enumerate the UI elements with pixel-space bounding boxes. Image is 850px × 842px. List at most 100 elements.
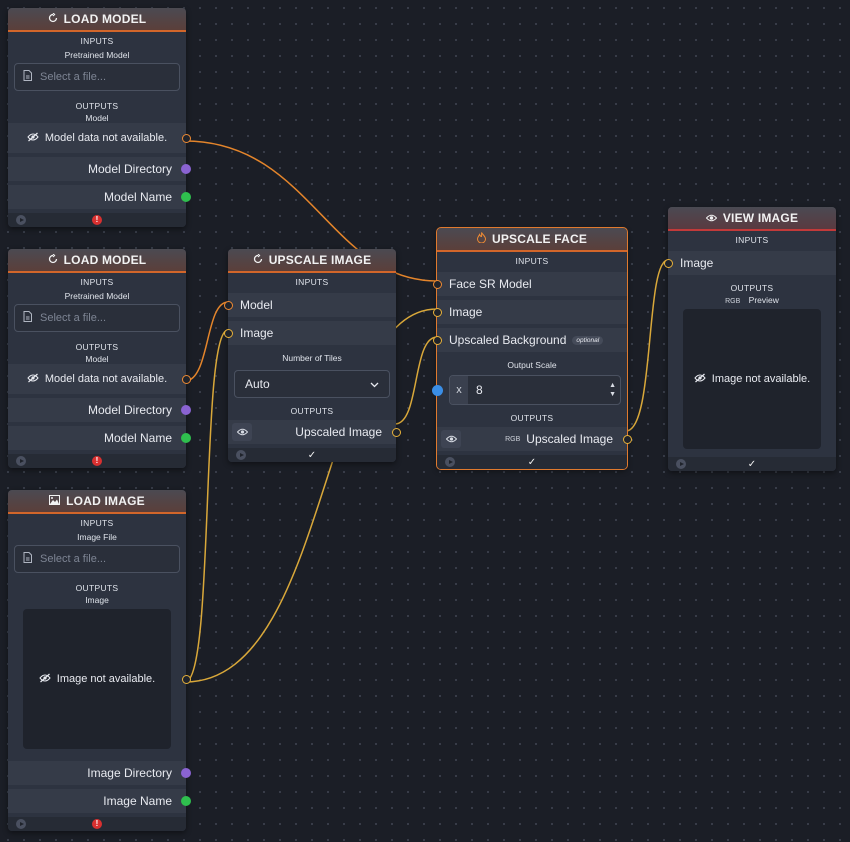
eye-icon[interactable]	[441, 430, 461, 448]
image-input-row: Image	[223, 321, 396, 345]
model-name-row: Model Name	[8, 426, 191, 450]
play-icon[interactable]	[236, 450, 246, 460]
wire-model2-to-upscale-model[interactable]	[184, 301, 229, 382]
file-placeholder: Select a file...	[40, 553, 107, 565]
inputs-label: INPUTS	[80, 518, 114, 528]
preview-label: Preview	[748, 295, 779, 305]
check-icon: ✓	[527, 456, 537, 468]
play-icon[interactable]	[16, 215, 26, 225]
image-input-port[interactable]	[663, 258, 673, 268]
face-output-port[interactable]	[622, 434, 632, 444]
model-directory-row: Model Directory	[8, 157, 191, 181]
face-output-row: RGB Upscaled Image	[437, 427, 632, 451]
inputs-label: INPUTS	[80, 36, 114, 46]
error-icon[interactable]: !	[92, 819, 102, 829]
upscale-image-node[interactable]: UPSCALE IMAGE INPUTS Model Image Number …	[223, 249, 401, 462]
scale-value: 8	[476, 383, 483, 397]
input-model-label: Model	[240, 298, 273, 312]
tiles-label: Number of Tiles	[282, 353, 342, 363]
background-input-port[interactable]	[432, 335, 442, 345]
image-icon	[49, 494, 61, 508]
preview-type-badge: RGB	[725, 298, 741, 305]
play-icon[interactable]	[16, 456, 26, 466]
node-footer: ✓	[437, 455, 627, 469]
tiles-select[interactable]: Auto	[234, 370, 390, 398]
node-header[interactable]: UPSCALE FACE	[437, 228, 627, 252]
node-footer: ✓	[228, 448, 396, 462]
model-status: Model data not available.	[44, 132, 168, 144]
node-title: LOAD MODEL	[63, 12, 147, 26]
directory-output-port[interactable]	[181, 164, 191, 174]
chevron-down-icon	[370, 377, 379, 391]
scale-input-port[interactable]	[431, 384, 443, 396]
upscaled-output-port[interactable]	[391, 427, 401, 437]
file-select-input[interactable]: Select a file...	[14, 545, 180, 573]
play-icon[interactable]	[445, 457, 455, 467]
node-header[interactable]: LOAD MODEL	[8, 249, 186, 273]
wire-upscaled-to-face-background[interactable]	[394, 336, 438, 425]
node-header[interactable]: UPSCALE IMAGE	[228, 249, 396, 273]
directory-output-port[interactable]	[181, 768, 191, 778]
error-icon[interactable]: !	[92, 456, 102, 466]
node-footer: !	[8, 817, 186, 831]
output-label: Model	[85, 113, 109, 123]
image-output-port[interactable]	[181, 674, 191, 684]
model-output-row: Model data not available.	[8, 123, 191, 153]
outputs-label: OUTPUTS	[75, 101, 119, 111]
eye-off-icon	[694, 373, 706, 386]
directory-label: Model Directory	[87, 162, 172, 176]
node-header[interactable]: LOAD IMAGE	[8, 490, 186, 514]
background-input-row: Upscaled Background optional	[432, 328, 627, 352]
directory-label: Image Directory	[87, 766, 172, 780]
load-model-node-1[interactable]: LOAD MODEL INPUTS Pretrained Model Selec…	[8, 8, 191, 227]
file-select-input[interactable]: Select a file...	[14, 304, 180, 332]
node-footer: !	[8, 454, 186, 468]
input-face-model-label: Face SR Model	[449, 277, 532, 291]
model-input-port[interactable]	[223, 300, 233, 310]
name-output-port[interactable]	[181, 192, 191, 202]
scale-number-input[interactable]: x 8 ▲ ▼	[449, 375, 621, 405]
name-output-port[interactable]	[181, 433, 191, 443]
model-name-row: Model Name	[8, 185, 191, 209]
check-icon: ✓	[747, 458, 757, 470]
load-model-node-2[interactable]: LOAD MODEL INPUTS Pretrained Model Selec…	[8, 249, 191, 468]
input-background-label: Upscaled Background	[449, 333, 567, 347]
node-header[interactable]: LOAD MODEL	[8, 8, 186, 32]
input-image-label: Image	[680, 256, 714, 270]
model-output-row: Model data not available.	[8, 364, 191, 394]
wire-image-to-upscale-image[interactable]	[184, 329, 229, 683]
tiles-value: Auto	[245, 377, 270, 391]
eye-icon[interactable]	[232, 423, 252, 441]
model-output-port[interactable]	[181, 374, 191, 384]
input-image-label: Image	[240, 326, 274, 340]
image-input-port[interactable]	[223, 328, 233, 338]
file-placeholder: Select a file...	[40, 312, 107, 324]
outputs-label: OUTPUTS	[290, 406, 334, 416]
name-output-port[interactable]	[181, 796, 191, 806]
wire-face-to-view-image[interactable]	[625, 259, 669, 432]
image-input-port[interactable]	[432, 307, 442, 317]
image-input-row: Image	[663, 251, 836, 275]
upscale-face-node[interactable]: UPSCALE FACE INPUTS Face SR Model Image …	[431, 227, 632, 470]
model-status: Model data not available.	[44, 373, 168, 385]
eye-off-icon	[27, 131, 39, 145]
face-model-input-port[interactable]	[432, 279, 442, 289]
play-icon[interactable]	[676, 459, 686, 469]
file-icon	[23, 311, 32, 325]
scale-label: Output Scale	[507, 360, 557, 370]
spinner-icon[interactable]: ▲ ▼	[609, 381, 616, 399]
directory-output-port[interactable]	[181, 405, 191, 415]
refresh-icon	[48, 253, 58, 267]
load-image-node[interactable]: LOAD IMAGE INPUTS Image File Select a fi…	[8, 490, 191, 831]
inputs-label: INPUTS	[515, 256, 549, 266]
check-icon: ✓	[307, 449, 317, 461]
error-icon[interactable]: !	[92, 215, 102, 225]
file-select-input[interactable]: Select a file...	[14, 63, 180, 91]
node-header[interactable]: VIEW IMAGE	[668, 207, 836, 231]
node-title: LOAD IMAGE	[66, 494, 145, 508]
node-title: VIEW IMAGE	[722, 211, 799, 225]
play-icon[interactable]	[16, 819, 26, 829]
view-image-node[interactable]: VIEW IMAGE INPUTS Image OUTPUTS RGB Prev…	[663, 207, 836, 471]
image-directory-row: Image Directory	[8, 761, 191, 785]
model-output-port[interactable]	[181, 133, 191, 143]
